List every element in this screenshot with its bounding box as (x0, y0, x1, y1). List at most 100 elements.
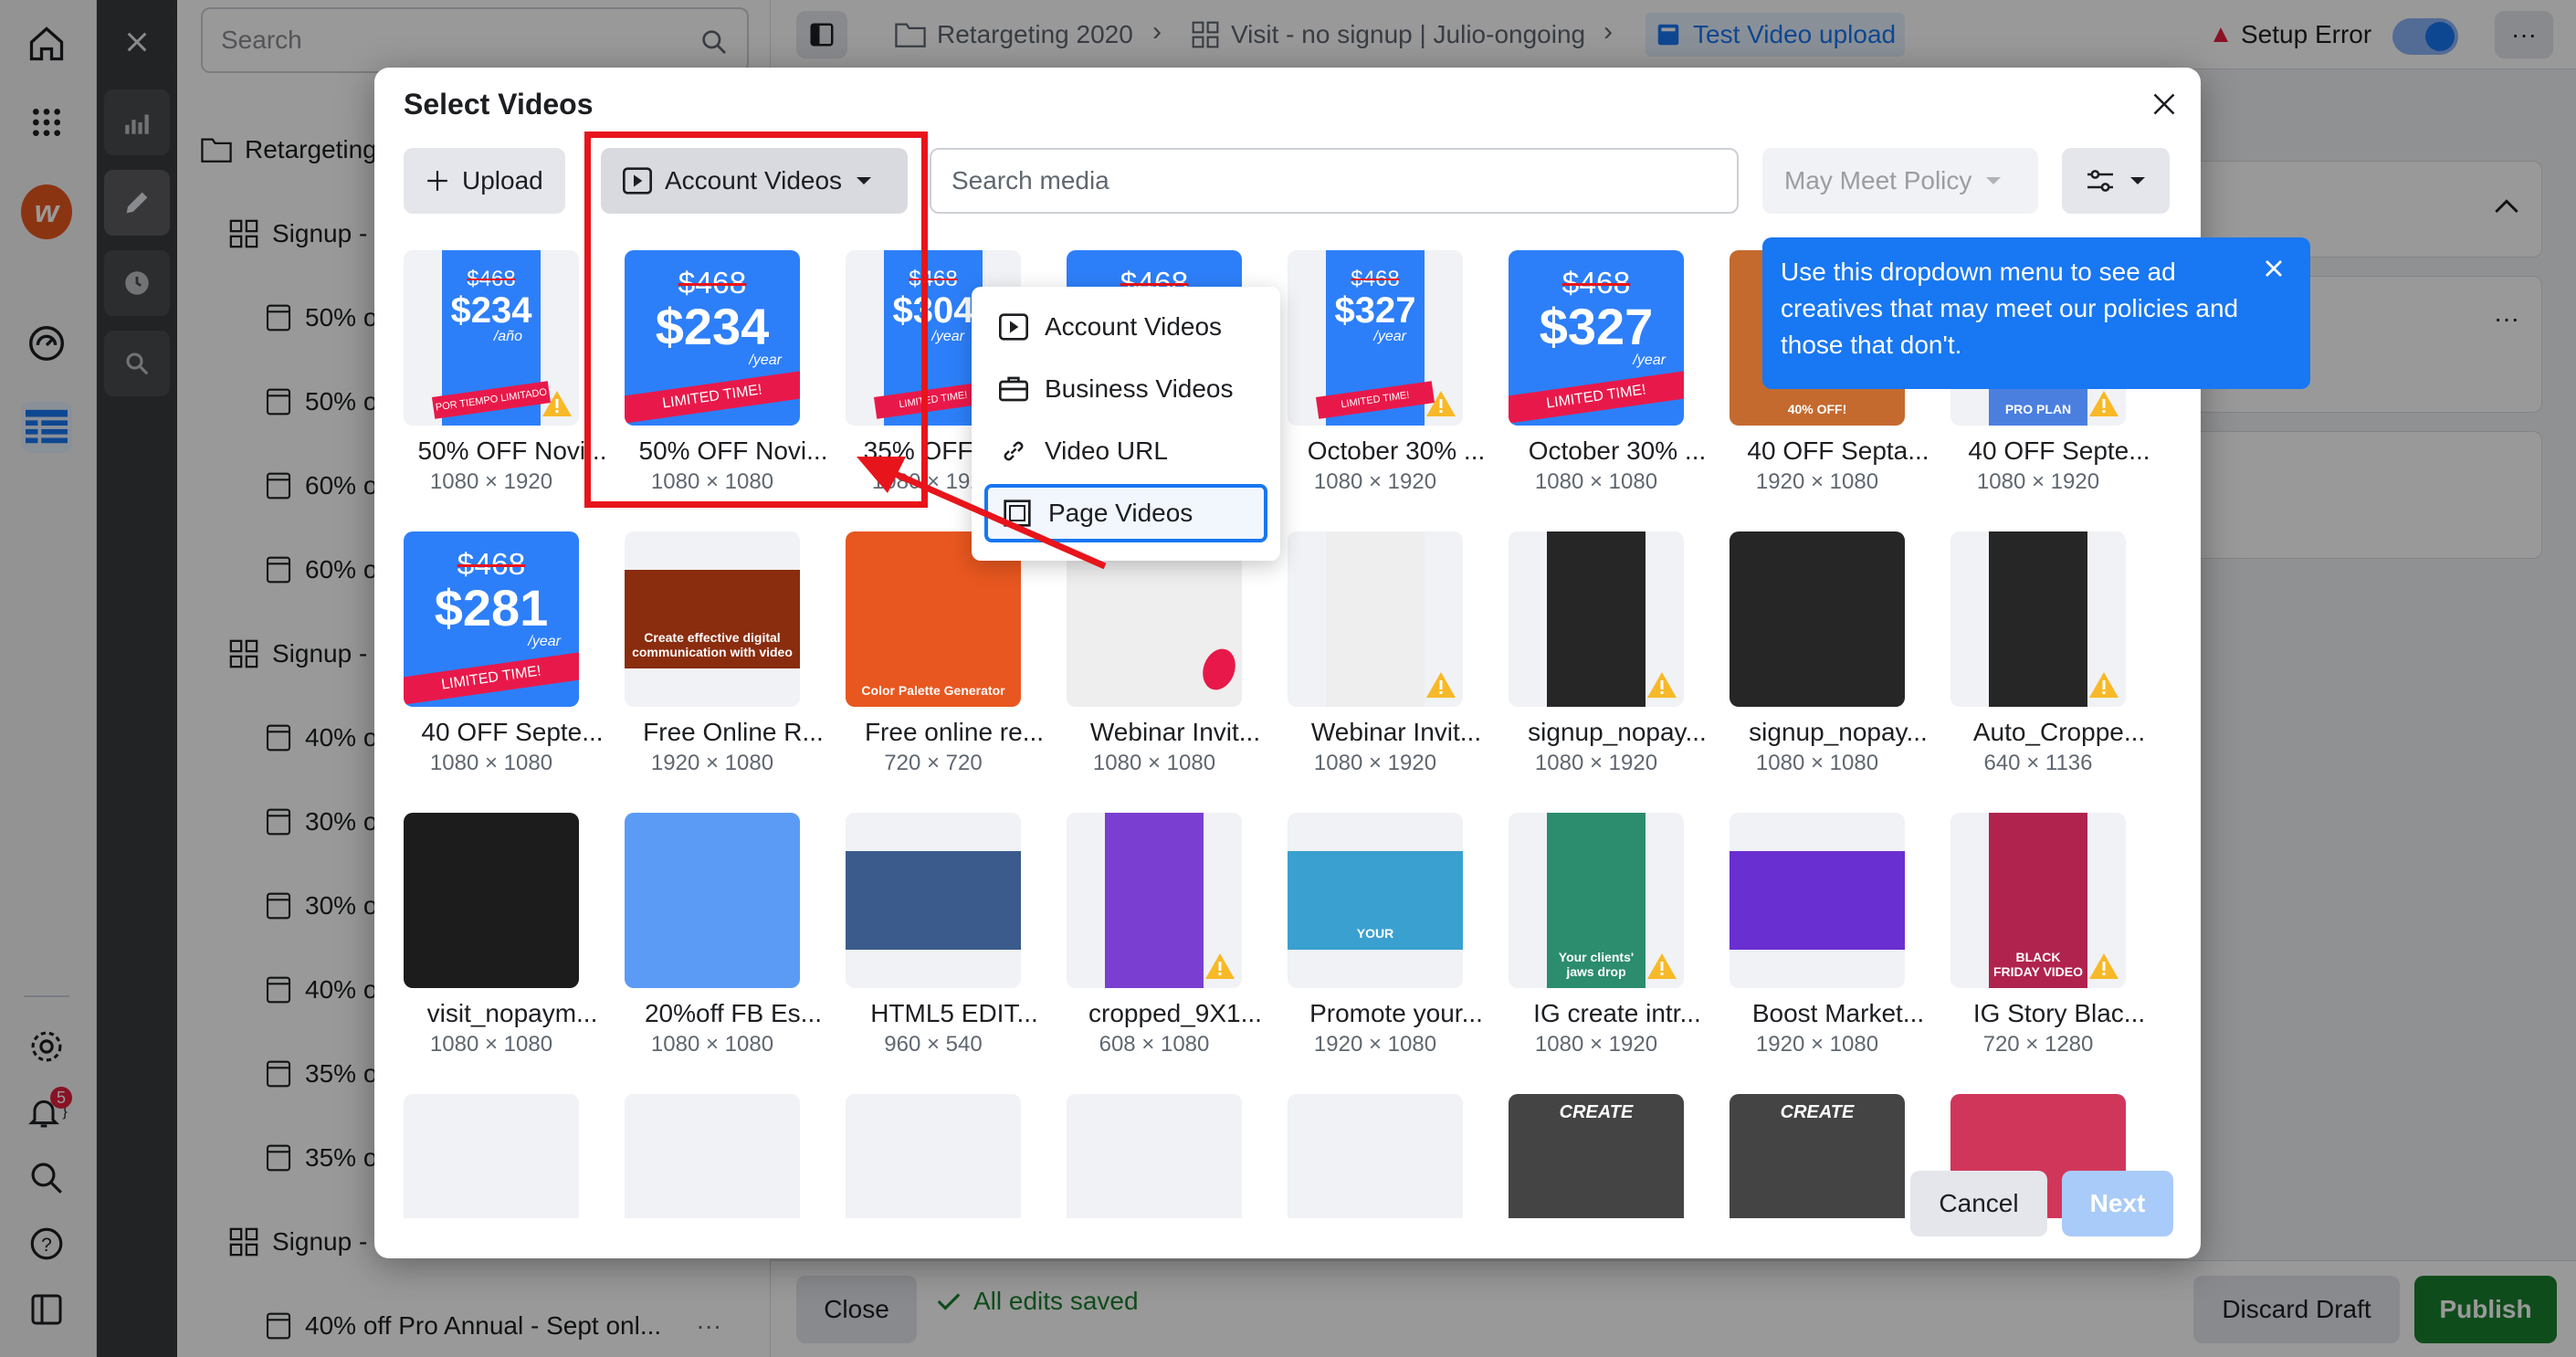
old-price: $468 (1351, 267, 1400, 291)
video-dimensions: 720 × 720 (884, 751, 983, 775)
video-tile[interactable]: $468 $327/year LIMITED TIME! October 30% ..… (1509, 250, 1706, 495)
video-tile[interactable]: $468 $234/año POR TIEMPO LIMITADO 50% OFF N… (404, 250, 606, 495)
policy-filter-dropdown[interactable]: May Meet Policy (1762, 148, 2038, 214)
thumbnail-art (1105, 813, 1204, 988)
video-title: visit_nopaym... (426, 999, 598, 1027)
video-tile[interactable]: 20%off FB Es... 1080 × 1080 (625, 813, 822, 1057)
video-title: 40 OFF Septa... (1747, 437, 1929, 465)
video-tile[interactable]: signup_nopay... 1080 × 1920 (1509, 531, 1707, 776)
video-tile[interactable] (625, 1094, 800, 1218)
new-price: $281 (434, 579, 549, 636)
video-dimensions: 1920 × 1080 (1755, 1032, 1879, 1057)
video-thumbnail: $468 $281/year LIMITED TIME! (404, 531, 579, 707)
search-media-input[interactable]: Search media (930, 148, 1739, 214)
search-media-placeholder: Search media (952, 166, 1109, 195)
filter-settings-button[interactable] (2062, 148, 2170, 214)
video-title: cropped_9X1... (1088, 999, 1262, 1027)
policy-tooltip: Use this dropdown menu to see ad creativ… (1762, 237, 2310, 389)
video-tile[interactable]: Boost Market... 1920 × 1080 (1730, 813, 1924, 1057)
video-title: Webinar Invit... (1310, 718, 1482, 746)
video-tile[interactable]: cropped_9X1... 608 × 1080 (1067, 813, 1262, 1057)
video-thumbnail: $468 $327/year LIMITED TIME! (1288, 250, 1463, 426)
video-tile[interactable]: Auto_Croppe... 640 × 1136 (1950, 531, 2145, 776)
policy-warning-icon (1426, 672, 1456, 698)
policy-warning-icon (1647, 953, 1677, 979)
menu-item-account-videos[interactable]: Account Videos (984, 298, 1267, 356)
video-tile[interactable]: CREATE (1509, 1094, 1684, 1218)
video-title: Webinar Invit... (1089, 718, 1261, 746)
video-tile[interactable]: $468 $281/year LIMITED TIME! 40 OFF Septe..… (404, 531, 604, 776)
next-button[interactable]: Next (2062, 1171, 2173, 1236)
thumbnail-art: CREATE (1730, 1094, 1905, 1218)
video-tile[interactable]: Your clients' jaws drop IG create intr...… (1509, 813, 1701, 1057)
video-play-icon (999, 313, 1028, 341)
caret-down-icon (2130, 177, 2145, 184)
price-tag: LIMITED TIME! (1315, 381, 1435, 419)
video-thumbnail: Your clients' jaws drop (1509, 813, 1684, 988)
video-thumbnail (625, 813, 800, 988)
policy-warning-icon (1647, 672, 1677, 698)
video-tile[interactable] (846, 1094, 1021, 1218)
video-tile[interactable]: CREATE (1730, 1094, 1905, 1218)
thumbnail-art (846, 1094, 1021, 1218)
thumbnail-art: CREATE (1509, 1094, 1684, 1218)
menu-item-business-videos[interactable]: Business Videos (984, 360, 1267, 418)
video-thumbnail (1509, 531, 1684, 707)
video-dimensions: 1080 × 1080 (1092, 751, 1216, 775)
thumbnail-art (625, 813, 800, 988)
video-thumbnail (1730, 531, 1905, 707)
upload-button[interactable]: Upload (404, 148, 565, 214)
video-thumbnail (1067, 813, 1242, 988)
thumbnail-caption: Create effective digital communication w… (632, 630, 793, 659)
thumbnail-art: YOUR (1288, 851, 1463, 950)
video-tile[interactable]: visit_nopaym... 1080 × 1080 (404, 813, 597, 1057)
video-title: October 30% ... (1307, 437, 1486, 465)
video-thumbnail: CREATE (1730, 1094, 1905, 1218)
video-dimensions: 1920 × 1080 (1755, 469, 1879, 494)
thumbnail-art (846, 851, 1021, 950)
video-thumbnail (1067, 1094, 1242, 1218)
thumbnail-art (1067, 1094, 1242, 1218)
video-thumbnail (404, 813, 579, 988)
caret-down-icon (1986, 177, 2002, 184)
video-dimensions: 1080 × 1920 (1313, 469, 1437, 494)
video-thumbnail (1288, 531, 1463, 707)
video-thumbnail: Create effective digital communication w… (625, 531, 800, 707)
close-icon[interactable] (2146, 86, 2182, 122)
video-dimensions: 1920 × 1080 (1313, 1032, 1437, 1057)
policy-warning-icon (542, 391, 572, 416)
video-tile[interactable]: HTML5 EDIT... 960 × 540 (846, 813, 1038, 1057)
video-tile[interactable]: $468 $327/year LIMITED TIME! October 30% ..… (1288, 250, 1485, 495)
thumbnail-caption: 40% OFF! (1787, 402, 1847, 416)
video-title: Promote your... (1309, 999, 1483, 1027)
video-title: Free online re... (864, 718, 1045, 746)
thumbnail-caption: YOUR (1356, 926, 1394, 941)
tooltip-close-icon[interactable] (2263, 258, 2292, 287)
thumbnail-caption: BLACK FRIDAY VIDEO (1992, 950, 2084, 979)
video-tile[interactable]: Create effective digital communication w… (625, 531, 824, 776)
thumbnail-caption: PRO PLAN (2004, 402, 2072, 416)
thumbnail-art: Create effective digital communication w… (625, 570, 800, 668)
video-tile[interactable] (1067, 1094, 1242, 1218)
video-title: IG create intr... (1533, 999, 1701, 1027)
video-title: October 30% ... (1528, 437, 1707, 465)
video-tile[interactable]: YOUR Promote your... 1920 × 1080 (1288, 813, 1483, 1057)
thumbnail-art (1730, 531, 1905, 707)
video-tile[interactable]: BLACK FRIDAY VIDEO IG Story Blac... 720 × … (1950, 813, 2145, 1057)
video-tile[interactable] (1288, 1094, 1463, 1218)
video-thumbnail: YOUR (1288, 813, 1463, 988)
thumbnail-art (404, 1094, 579, 1218)
video-title: Auto_Croppe... (1972, 718, 2146, 746)
cancel-button[interactable]: Cancel (1910, 1171, 2047, 1236)
video-dimensions: 960 × 540 (884, 1032, 983, 1057)
video-tile[interactable]: Webinar Invit... 1080 × 1920 (1288, 531, 1481, 776)
video-tile[interactable] (404, 1094, 579, 1218)
video-thumbnail: $468 $234/año POR TIEMPO LIMITADO (404, 250, 579, 426)
video-thumbnail: $468 $327/year LIMITED TIME! (1509, 250, 1684, 426)
video-title: 20%off FB Es... (644, 999, 823, 1027)
video-title: Free Online R... (643, 718, 824, 746)
video-tile[interactable]: signup_nopay... 1080 × 1080 (1730, 531, 1928, 776)
video-title: HTML5 EDIT... (870, 999, 1038, 1027)
video-thumbnail (404, 1094, 579, 1218)
tooltip-text: Use this dropdown menu to see ad creativ… (1781, 258, 2239, 359)
